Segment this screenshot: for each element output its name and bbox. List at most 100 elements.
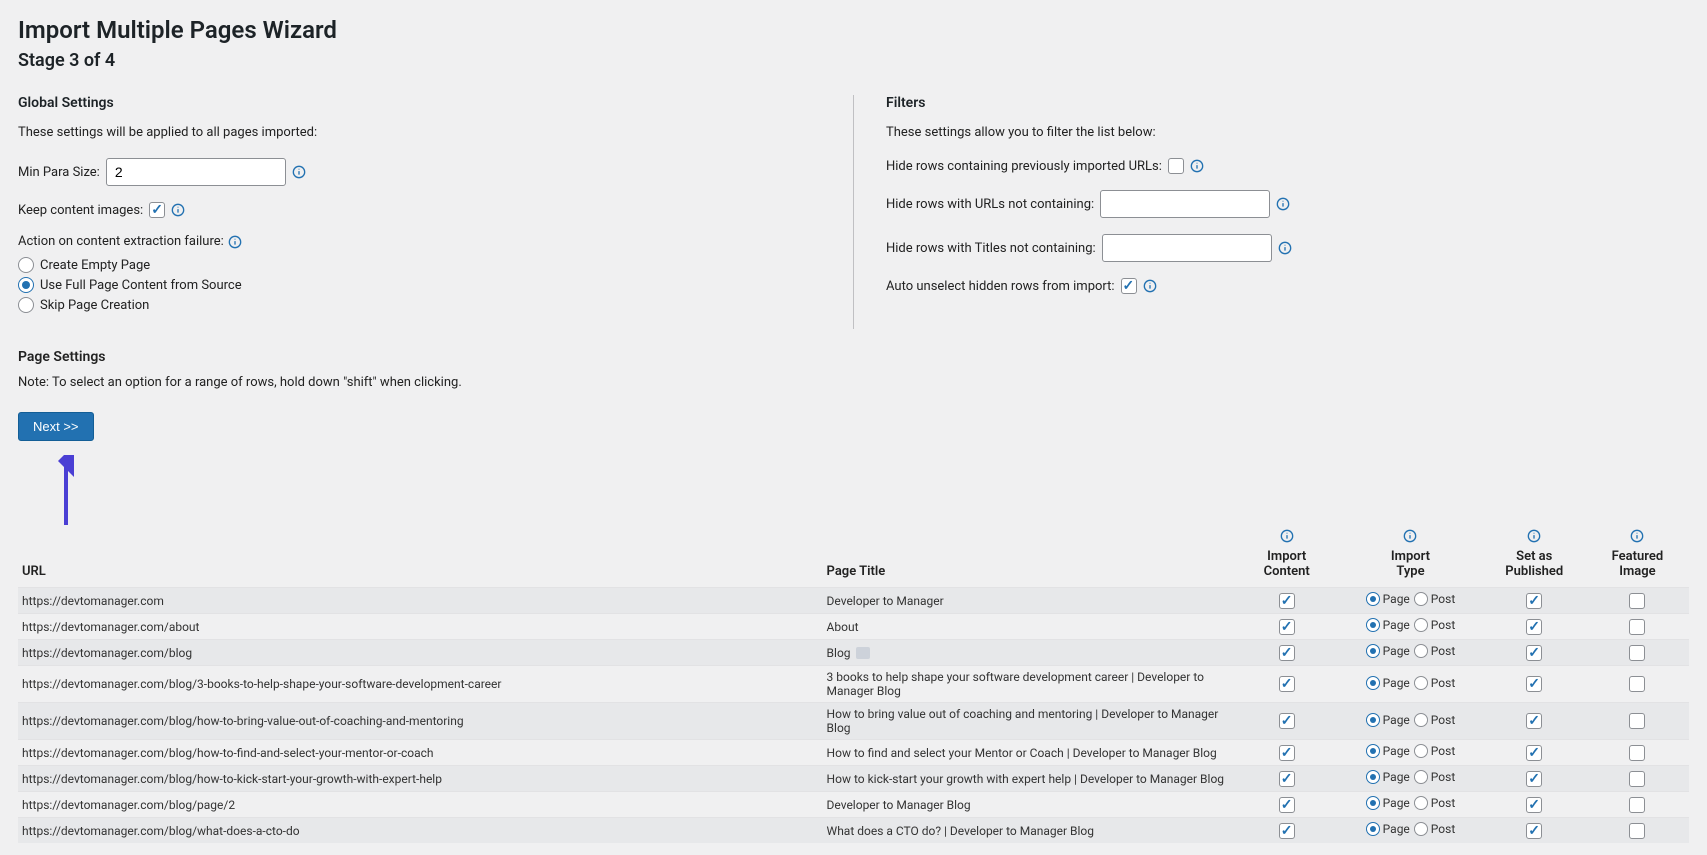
published-cell [1483, 640, 1586, 666]
featured-cell [1586, 588, 1689, 614]
featured-checkbox[interactable] [1629, 676, 1645, 692]
published-checkbox[interactable] [1526, 745, 1542, 761]
hide-urls-input[interactable] [1100, 190, 1270, 218]
featured-checkbox[interactable] [1629, 645, 1645, 661]
import-checkbox[interactable] [1279, 676, 1295, 692]
import-checkbox[interactable] [1279, 745, 1295, 761]
import-cell [1235, 818, 1338, 844]
url-cell: https://devtomanager.com/blog/how-to-bri… [18, 703, 823, 740]
table-row: https://devtomanager.com/blog/how-to-kic… [18, 766, 1689, 792]
featured-cell [1586, 614, 1689, 640]
published-checkbox[interactable] [1526, 645, 1542, 661]
type-page-label: Page [1383, 644, 1410, 658]
type-post-label: Post [1431, 713, 1455, 727]
published-cell [1483, 766, 1586, 792]
info-icon[interactable] [1143, 279, 1157, 293]
info-icon[interactable] [1190, 159, 1204, 173]
import-checkbox[interactable] [1279, 645, 1295, 661]
type-page-radio[interactable] [1366, 618, 1380, 632]
type-page-label: Page [1383, 713, 1410, 727]
hide-urls-label: Hide rows with URLs not containing: [886, 197, 1094, 212]
type-post-radio[interactable] [1414, 713, 1428, 727]
type-cell: PagePost [1338, 666, 1482, 703]
info-icon[interactable] [1630, 529, 1644, 543]
type-post-radio[interactable] [1414, 592, 1428, 606]
url-cell: https://devtomanager.com/blog/3-books-to… [18, 666, 823, 703]
type-post-radio[interactable] [1414, 770, 1428, 784]
type-page-radio[interactable] [1366, 644, 1380, 658]
image-icon [856, 647, 870, 659]
hide-titles-input[interactable] [1102, 234, 1272, 262]
type-page-label: Page [1383, 796, 1410, 810]
type-page-radio[interactable] [1366, 676, 1380, 690]
action-radio[interactable] [18, 297, 34, 313]
url-cell: https://devtomanager.com/blog/how-to-fin… [18, 740, 823, 766]
type-cell: PagePost [1338, 614, 1482, 640]
type-post-radio[interactable] [1414, 822, 1428, 836]
import-checkbox[interactable] [1279, 593, 1295, 609]
import-cell [1235, 666, 1338, 703]
type-page-radio[interactable] [1366, 770, 1380, 784]
published-cell [1483, 588, 1586, 614]
url-cell: https://devtomanager.com/blog [18, 640, 823, 666]
published-checkbox[interactable] [1526, 676, 1542, 692]
info-icon[interactable] [1527, 529, 1541, 543]
action-radio-row: Use Full Page Content from Source [18, 277, 821, 293]
info-icon[interactable] [1280, 529, 1294, 543]
featured-checkbox[interactable] [1629, 713, 1645, 729]
type-post-radio[interactable] [1414, 676, 1428, 690]
published-checkbox[interactable] [1526, 619, 1542, 635]
import-checkbox[interactable] [1279, 713, 1295, 729]
published-checkbox[interactable] [1526, 713, 1542, 729]
info-icon[interactable] [228, 235, 242, 249]
published-cell [1483, 703, 1586, 740]
title-cell: How to kick-start your growth with exper… [823, 766, 1236, 792]
type-page-radio[interactable] [1366, 822, 1380, 836]
type-post-radio[interactable] [1414, 744, 1428, 758]
action-label: Action on content extraction failure: [18, 234, 224, 249]
import-checkbox[interactable] [1279, 823, 1295, 839]
min-para-input[interactable] [106, 158, 286, 186]
published-checkbox[interactable] [1526, 823, 1542, 839]
import-cell [1235, 766, 1338, 792]
info-icon[interactable] [1278, 241, 1292, 255]
type-page-radio[interactable] [1366, 713, 1380, 727]
action-radio-row: Create Empty Page [18, 257, 821, 273]
type-page-radio[interactable] [1366, 592, 1380, 606]
published-checkbox[interactable] [1526, 771, 1542, 787]
title-cell: About [823, 614, 1236, 640]
type-page-label: Page [1383, 770, 1410, 784]
import-checkbox[interactable] [1279, 771, 1295, 787]
type-page-label: Page [1383, 618, 1410, 632]
type-post-radio[interactable] [1414, 796, 1428, 810]
type-page-radio[interactable] [1366, 744, 1380, 758]
featured-checkbox[interactable] [1629, 745, 1645, 761]
auto-unselect-checkbox[interactable] [1121, 278, 1137, 294]
next-button[interactable]: Next >> [18, 412, 94, 441]
action-radio[interactable] [18, 257, 34, 273]
type-post-label: Post [1431, 676, 1455, 690]
min-para-label: Min Para Size: [18, 165, 100, 180]
featured-cell [1586, 818, 1689, 844]
info-icon[interactable] [1276, 197, 1290, 211]
keep-images-checkbox[interactable] [149, 202, 165, 218]
info-icon[interactable] [1403, 529, 1417, 543]
featured-checkbox[interactable] [1629, 593, 1645, 609]
info-icon[interactable] [171, 203, 185, 217]
published-checkbox[interactable] [1526, 593, 1542, 609]
col-url-header: URL [18, 525, 823, 588]
table-row: https://devtomanager.com/blog/how-to-fin… [18, 740, 1689, 766]
info-icon[interactable] [292, 165, 306, 179]
featured-checkbox[interactable] [1629, 823, 1645, 839]
url-cell: https://devtomanager.com/about [18, 614, 823, 640]
action-radio[interactable] [18, 277, 34, 293]
hide-prev-checkbox[interactable] [1168, 158, 1184, 174]
type-page-radio[interactable] [1366, 796, 1380, 810]
type-post-radio[interactable] [1414, 644, 1428, 658]
import-checkbox[interactable] [1279, 619, 1295, 635]
featured-checkbox[interactable] [1629, 771, 1645, 787]
type-post-radio[interactable] [1414, 618, 1428, 632]
featured-checkbox[interactable] [1629, 619, 1645, 635]
type-page-label: Page [1383, 592, 1410, 606]
table-row: https://devtomanager.com/aboutAbout PageP… [18, 614, 1689, 640]
